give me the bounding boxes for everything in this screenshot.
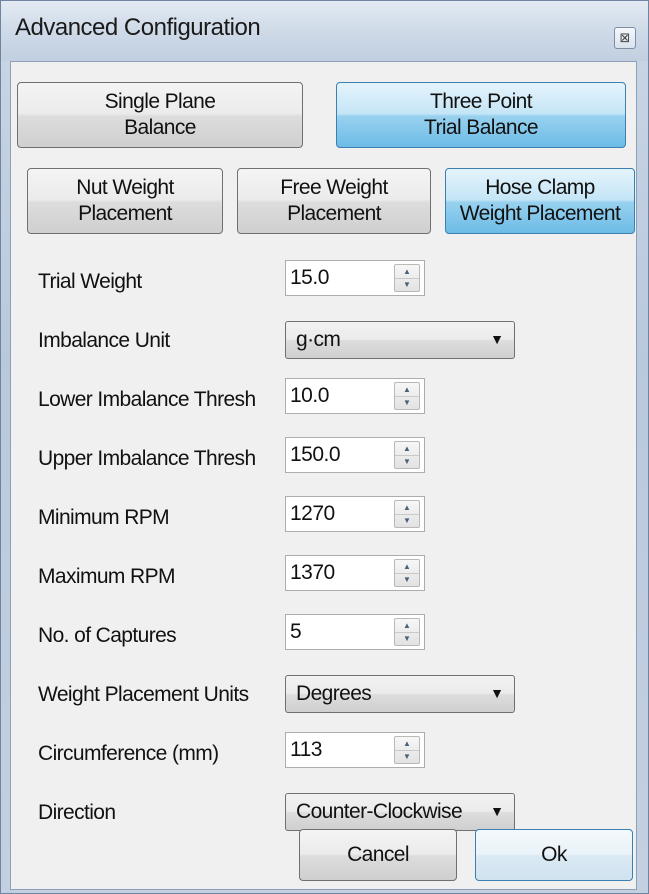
direction-value: Counter-Clockwise [296,800,463,823]
lower-imbalance-thresh-value: 10.0 [290,384,329,407]
spin-up-icon[interactable]: ▲ [395,265,419,279]
spin-down-icon[interactable]: ▼ [395,750,419,763]
weight-placement-units-label: Weight Placement Units [38,683,249,706]
spin-down-icon[interactable]: ▼ [395,632,419,645]
three-point-trial-balance-button[interactable]: Three Point Trial Balance [336,82,626,148]
title-bar[interactable]: Advanced Configuration ⊠ [1,1,648,61]
minimum-rpm-label: Minimum RPM [38,506,170,529]
circumference-label: Circumference (mm) [38,742,219,765]
captures-value: 5 [290,620,302,643]
maximum-rpm-value: 1370 [290,561,335,584]
maximum-rpm-label: Maximum RPM [38,565,176,588]
upper-imbalance-thresh-label: Upper Imbalance Thresh [38,447,256,470]
direction-select[interactable]: Counter-Clockwise ▼ [285,793,515,831]
free-weight-placement-button[interactable]: Free Weight Placement [237,168,431,234]
captures-input[interactable]: 5 ▲ ▼ [285,614,425,650]
imbalance-unit-value: g·cm [296,328,341,351]
trial-weight-label: Trial Weight [38,270,142,293]
spin-up-icon[interactable]: ▲ [395,737,419,751]
captures-label: No. of Captures [38,624,177,647]
maximum-rpm-input[interactable]: 1370 ▲ ▼ [285,555,425,591]
minimum-rpm-value: 1270 [290,502,335,525]
nut-weight-placement-button[interactable]: Nut Weight Placement [27,168,223,234]
captures-stepper[interactable]: ▲ ▼ [394,618,420,646]
chevron-down-icon: ▼ [490,331,504,347]
ok-button[interactable]: Ok [475,829,633,881]
minimum-rpm-stepper[interactable]: ▲ ▼ [394,500,420,528]
window-title: Advanced Configuration [15,14,261,41]
circumference-value: 113 [290,738,322,761]
circumference-stepper[interactable]: ▲ ▼ [394,736,420,764]
cancel-button[interactable]: Cancel [299,829,457,881]
spin-up-icon[interactable]: ▲ [395,619,419,633]
spin-down-icon[interactable]: ▼ [395,573,419,586]
spin-down-icon[interactable]: ▼ [395,396,419,409]
trial-weight-stepper[interactable]: ▲ ▼ [394,264,420,292]
upper-imbalance-thresh-value: 150.0 [290,443,341,466]
dialog-body: Single Plane Balance Three Point Trial B… [10,61,637,890]
chevron-down-icon: ▼ [490,685,504,701]
advanced-configuration-window: Advanced Configuration ⊠ Single Plane Ba… [0,0,649,894]
weight-placement-units-value: Degrees [296,682,372,705]
single-plane-balance-button[interactable]: Single Plane Balance [17,82,303,148]
spin-down-icon[interactable]: ▼ [395,455,419,468]
lower-imbalance-thresh-input[interactable]: 10.0 ▲ ▼ [285,378,425,414]
spin-up-icon[interactable]: ▲ [395,560,419,574]
spin-up-icon[interactable]: ▲ [395,501,419,515]
upper-imbalance-thresh-stepper[interactable]: ▲ ▼ [394,441,420,469]
imbalance-unit-select[interactable]: g·cm ▼ [285,321,515,359]
circumference-input[interactable]: 113 ▲ ▼ [285,732,425,768]
chevron-down-icon: ▼ [490,803,504,819]
spin-down-icon[interactable]: ▼ [395,278,419,291]
trial-weight-value: 15.0 [290,266,329,289]
direction-label: Direction [38,801,116,824]
spin-up-icon[interactable]: ▲ [395,383,419,397]
hose-clamp-weight-placement-button[interactable]: Hose Clamp Weight Placement [445,168,635,234]
trial-weight-input[interactable]: 15.0 ▲ ▼ [285,260,425,296]
weight-placement-units-select[interactable]: Degrees ▼ [285,675,515,713]
imbalance-unit-label: Imbalance Unit [38,329,170,352]
lower-imbalance-thresh-label: Lower Imbalance Thresh [38,388,256,411]
minimum-rpm-input[interactable]: 1270 ▲ ▼ [285,496,425,532]
spin-down-icon[interactable]: ▼ [395,514,419,527]
upper-imbalance-thresh-input[interactable]: 150.0 ▲ ▼ [285,437,425,473]
lower-imbalance-thresh-stepper[interactable]: ▲ ▼ [394,382,420,410]
spin-up-icon[interactable]: ▲ [395,442,419,456]
maximum-rpm-stepper[interactable]: ▲ ▼ [394,559,420,587]
close-icon[interactable]: ⊠ [614,27,636,49]
